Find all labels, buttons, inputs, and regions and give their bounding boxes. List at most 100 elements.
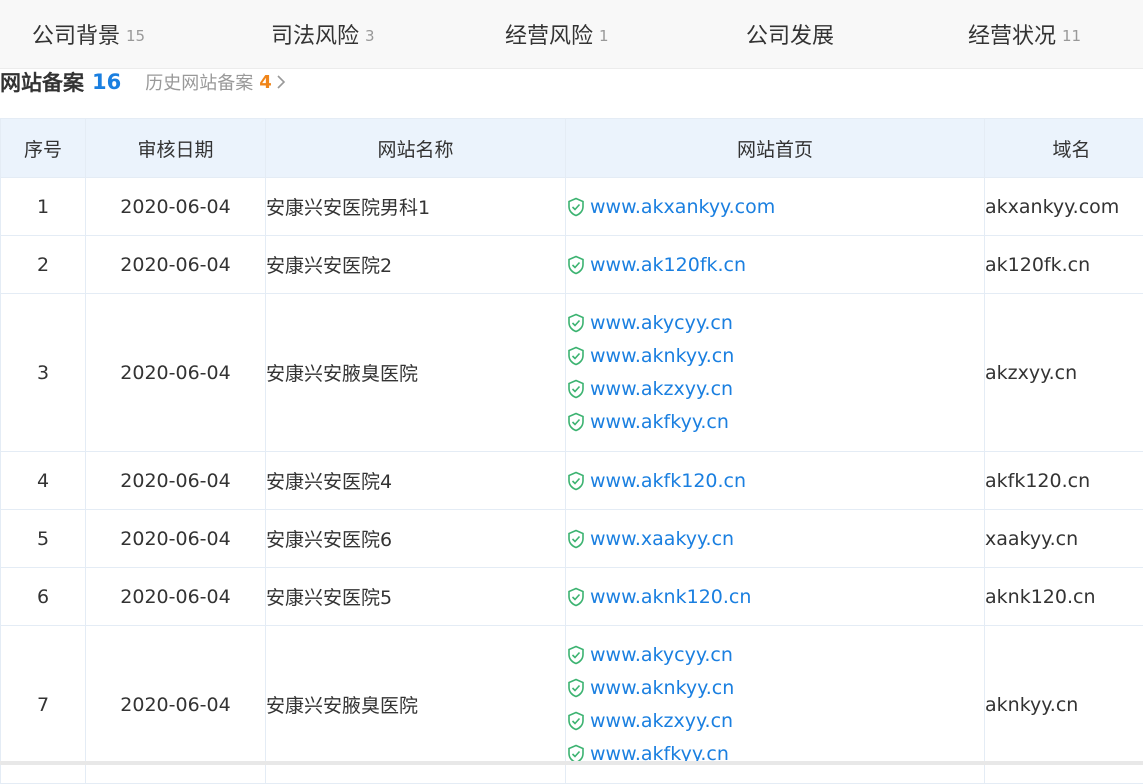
tab-label: 经营状况 bbox=[968, 18, 1056, 50]
tab-label: 公司背景 bbox=[32, 18, 120, 50]
homepage-link[interactable]: www.aknk120.cn bbox=[566, 580, 984, 613]
homepage-url: www.aknkyy.cn bbox=[590, 345, 734, 367]
homepage-url: www.aknkyy.cn bbox=[590, 677, 734, 699]
homepage-link[interactable]: www.xaakyy.cn bbox=[566, 522, 984, 555]
section-title: 网站备案 bbox=[0, 67, 84, 97]
homepage-link[interactable]: www.akycyy.cn bbox=[566, 307, 984, 340]
homepage-url: www.akfk120.cn bbox=[590, 470, 746, 492]
cell-date: 2020-06-04 bbox=[86, 236, 266, 294]
homepage-link[interactable]: www.aknkyy.cn bbox=[566, 340, 984, 373]
section-count: 16 bbox=[92, 70, 121, 94]
homepage-url: www.akycyy.cn bbox=[590, 312, 733, 334]
homepage-url: www.akzxyy.cn bbox=[590, 378, 733, 400]
history-label: 历史网站备案 bbox=[145, 69, 253, 95]
table-header-row: 序号 审核日期 网站名称 网站首页 域名 bbox=[1, 119, 1143, 178]
cell-domain: akfk120.cn bbox=[985, 452, 1143, 510]
col-header-domain: 域名 bbox=[985, 119, 1143, 178]
tab-count: 11 bbox=[1062, 27, 1081, 45]
shield-check-icon bbox=[566, 529, 586, 549]
cell-index: 7 bbox=[1, 626, 86, 784]
tab-company-background[interactable]: 公司背景 15 bbox=[32, 0, 145, 68]
shield-check-icon bbox=[566, 471, 586, 491]
cell-site-name: 安康兴安腋臭医院 bbox=[266, 294, 566, 452]
cell-homepage: www.xaakyy.cn bbox=[566, 510, 985, 568]
top-tabs: 公司背景 15 司法风险 3 经营风险 1 公司发展 经营状况 11 bbox=[0, 0, 1143, 69]
table-row: 32020-06-04安康兴安腋臭医院 www.akycyy.cn www.aknk… bbox=[1, 294, 1143, 452]
homepage-link[interactable]: www.akfkyy.cn bbox=[566, 406, 984, 439]
shield-check-icon bbox=[566, 255, 586, 275]
tab-company-development[interactable]: 公司发展 bbox=[746, 0, 840, 68]
cell-domain: xaakyy.cn bbox=[985, 510, 1143, 568]
cell-homepage: www.aknk120.cn bbox=[566, 568, 985, 626]
tab-label: 经营风险 bbox=[505, 18, 593, 50]
homepage-link[interactable]: www.akfkyy.cn bbox=[566, 738, 984, 771]
cell-homepage: www.ak120fk.cn bbox=[566, 236, 985, 294]
scroll-edge bbox=[0, 761, 1143, 765]
cell-domain: ak120fk.cn bbox=[985, 236, 1143, 294]
cell-domain: akzxyy.cn bbox=[985, 294, 1143, 452]
homepage-url: www.ak120fk.cn bbox=[590, 254, 746, 276]
cell-index: 5 bbox=[1, 510, 86, 568]
cell-site-name: 安康兴安腋臭医院 bbox=[266, 626, 566, 784]
cell-index: 3 bbox=[1, 294, 86, 452]
col-header-site-name: 网站名称 bbox=[266, 119, 566, 178]
cell-date: 2020-06-04 bbox=[86, 452, 266, 510]
cell-domain: akxankyy.com bbox=[985, 178, 1143, 236]
tab-operating-risk[interactable]: 经营风险 1 bbox=[505, 0, 609, 68]
tab-label: 公司发展 bbox=[746, 18, 834, 50]
homepage-url: www.akfkyy.cn bbox=[590, 411, 729, 433]
homepage-link[interactable]: www.akycyy.cn bbox=[566, 639, 984, 672]
tab-count: 15 bbox=[126, 27, 145, 45]
homepage-url: www.akycyy.cn bbox=[590, 644, 733, 666]
cell-homepage: www.akycyy.cn www.aknkyy.cn www.akzxyy.cn w… bbox=[566, 294, 985, 452]
cell-site-name: 安康兴安医院2 bbox=[266, 236, 566, 294]
cell-date: 2020-06-04 bbox=[86, 178, 266, 236]
shield-check-icon bbox=[566, 645, 586, 665]
tab-judicial-risk[interactable]: 司法风险 3 bbox=[271, 0, 375, 68]
history-count: 4 bbox=[259, 72, 272, 93]
table-row: 72020-06-04安康兴安腋臭医院 www.akycyy.cn www.aknk… bbox=[1, 626, 1143, 784]
col-header-date: 审核日期 bbox=[86, 119, 266, 178]
shield-check-icon bbox=[566, 197, 586, 217]
cell-site-name: 安康兴安医院男科1 bbox=[266, 178, 566, 236]
homepage-link[interactable]: www.akzxyy.cn bbox=[566, 705, 984, 738]
tab-operating-status[interactable]: 经营状况 11 bbox=[968, 0, 1081, 68]
shield-check-icon bbox=[566, 711, 586, 731]
cell-domain: aknk120.cn bbox=[985, 568, 1143, 626]
table-row: 52020-06-04安康兴安医院6 www.xaakyy.cn xaakyy.cn bbox=[1, 510, 1143, 568]
homepage-link[interactable]: www.ak120fk.cn bbox=[566, 248, 984, 281]
cell-date: 2020-06-04 bbox=[86, 626, 266, 784]
section-header: 网站备案 16 历史网站备案 4 bbox=[0, 66, 600, 98]
shield-check-icon bbox=[566, 346, 586, 366]
website-records-table: 序号 审核日期 网站名称 网站首页 域名 12020-06-04安康兴安医院男科… bbox=[0, 118, 1143, 784]
homepage-url: www.akzxyy.cn bbox=[590, 710, 733, 732]
col-header-index: 序号 bbox=[1, 119, 86, 178]
cell-date: 2020-06-04 bbox=[86, 568, 266, 626]
cell-date: 2020-06-04 bbox=[86, 294, 266, 452]
homepage-link[interactable]: www.aknkyy.cn bbox=[566, 672, 984, 705]
table-row: 12020-06-04安康兴安医院男科1www.akxankyy.comakxa… bbox=[1, 178, 1143, 236]
cell-site-name: 安康兴安医院5 bbox=[266, 568, 566, 626]
homepage-link[interactable]: www.akfk120.cn bbox=[566, 464, 984, 497]
cell-site-name: 安康兴安医院6 bbox=[266, 510, 566, 568]
shield-check-icon bbox=[566, 412, 586, 432]
history-website-records-link[interactable]: 历史网站备案 4 bbox=[145, 69, 286, 95]
cell-homepage: www.akfk120.cn bbox=[566, 452, 985, 510]
shield-check-icon bbox=[566, 587, 586, 607]
homepage-link[interactable]: www.akxankyy.com bbox=[566, 190, 984, 223]
cell-index: 6 bbox=[1, 568, 86, 626]
tab-count: 3 bbox=[365, 27, 375, 45]
shield-check-icon bbox=[566, 313, 586, 333]
tab-count: 1 bbox=[599, 27, 609, 45]
shield-check-icon bbox=[566, 379, 586, 399]
cell-index: 2 bbox=[1, 236, 86, 294]
homepage-link[interactable]: www.akzxyy.cn bbox=[566, 373, 984, 406]
cell-site-name: 安康兴安医院4 bbox=[266, 452, 566, 510]
cell-homepage: www.akxankyy.com bbox=[566, 178, 985, 236]
table-row: 62020-06-04安康兴安医院5 www.aknk120.cn aknk120.… bbox=[1, 568, 1143, 626]
homepage-url: www.aknk120.cn bbox=[590, 586, 751, 608]
homepage-url: www.xaakyy.cn bbox=[590, 528, 734, 550]
shield-check-icon bbox=[566, 678, 586, 698]
cell-date: 2020-06-04 bbox=[86, 510, 266, 568]
cell-index: 4 bbox=[1, 452, 86, 510]
